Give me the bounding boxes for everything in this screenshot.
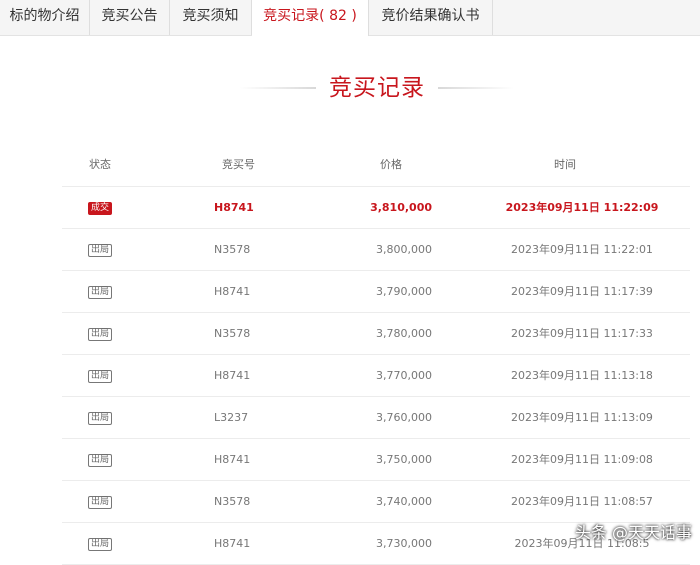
table-row: 成交 H8741 3,810,000 2023年09月11日 11:22:09 — [62, 187, 690, 229]
status-badge: 出局 — [87, 537, 112, 551]
table-row: 出局 N3578 3,780,000 2023年09月11日 11:17:33 — [62, 313, 690, 355]
tab-bid-records-label: 竞买记录 — [263, 8, 320, 24]
status-cell: 出局 — [72, 439, 128, 480]
bid-number-cell: N3578 — [214, 327, 251, 340]
status-cell: 出局 — [72, 271, 128, 312]
tab-auction-notice[interactable]: 竞买公告 — [90, 0, 170, 35]
section-title-text: 竞买记录 — [329, 75, 425, 101]
tab-bar: 标的物介绍 竞买公告 竞买须知 竞买记录( 82 ) 竞价结果确认书 — [0, 0, 700, 36]
bid-number-cell: H8741 — [214, 285, 251, 298]
table-row: 出局 N3578 3,800,000 2023年09月11日 11:22:01 — [62, 229, 690, 271]
time-cell: 2023年09月11日 11:08:57 — [511, 495, 653, 508]
time-cell: 2023年09月11日 11:22:09 — [505, 201, 659, 214]
bid-number-cell: H8741 — [214, 201, 254, 214]
table-row: 出局 H8741 3,790,000 2023年09月11日 11:17:39 — [62, 271, 690, 313]
bid-number-cell: H8741 — [214, 537, 251, 550]
title-divider-left — [240, 87, 316, 89]
header-status: 状态 — [89, 158, 111, 171]
status-cell: 出局 — [72, 481, 128, 522]
bid-number-cell: H8741 — [214, 453, 251, 466]
status-cell: 成交 — [72, 187, 128, 228]
status-badge: 出局 — [87, 327, 112, 341]
tab-result-confirmation[interactable]: 竞价结果确认书 — [369, 0, 493, 35]
section-title: 竞买记录 — [0, 70, 700, 106]
time-cell: 2023年09月11日 11:17:39 — [511, 285, 653, 298]
status-cell: 出局 — [72, 523, 128, 564]
table-row: 出局 H8741 3,750,000 2023年09月11日 11:09:08 — [62, 439, 690, 481]
bid-number-cell: N3578 — [214, 243, 251, 256]
status-cell: 出局 — [72, 229, 128, 270]
header-bid-number: 竞买号 — [222, 158, 255, 171]
bid-number-cell: L3237 — [214, 411, 249, 424]
bid-number-cell: N3578 — [214, 495, 251, 508]
price-cell: 3,810,000 — [370, 201, 432, 214]
price-cell: 3,730,000 — [376, 537, 432, 550]
time-cell: 2023年09月11日 11:09:08 — [511, 453, 653, 466]
status-badge: 出局 — [87, 453, 112, 467]
price-cell: 3,740,000 — [376, 495, 432, 508]
tab-bid-records[interactable]: 竞买记录( 82 ) — [252, 0, 369, 36]
table-row: 出局 N3578 3,740,000 2023年09月11日 11:08:57 — [62, 481, 690, 523]
price-cell: 3,750,000 — [376, 453, 432, 466]
price-cell: 3,780,000 — [376, 327, 432, 340]
table-row: 出局 H8741 3,770,000 2023年09月11日 11:13:18 — [62, 355, 690, 397]
table-header: 状态 竞买号 价格 时间 — [62, 145, 690, 187]
watermark: 头条 @天天话事 — [574, 523, 692, 542]
bid-number-cell: H8741 — [214, 369, 251, 382]
price-cell: 3,770,000 — [376, 369, 432, 382]
status-badge: 成交 — [87, 201, 112, 215]
tab-bid-records-count: ( 82 ) — [319, 8, 357, 24]
time-cell: 2023年09月11日 11:13:18 — [511, 369, 653, 382]
status-badge: 出局 — [87, 369, 112, 383]
status-cell: 出局 — [72, 313, 128, 354]
price-cell: 3,790,000 — [376, 285, 432, 298]
tab-auction-rules[interactable]: 竞买须知 — [170, 0, 252, 35]
tab-item-intro[interactable]: 标的物介绍 — [0, 0, 90, 35]
time-cell: 2023年09月11日 11:17:33 — [511, 327, 653, 340]
status-badge: 出局 — [87, 285, 112, 299]
status-badge: 出局 — [87, 243, 112, 257]
price-cell: 3,800,000 — [376, 243, 432, 256]
table-row: 出局 L3237 3,760,000 2023年09月11日 11:13:09 — [62, 397, 690, 439]
status-cell: 出局 — [72, 397, 128, 438]
header-price: 价格 — [380, 158, 402, 171]
title-divider-right — [438, 87, 514, 89]
status-badge: 出局 — [87, 495, 112, 509]
header-time: 时间 — [554, 158, 576, 171]
price-cell: 3,760,000 — [376, 411, 432, 424]
status-cell: 出局 — [72, 355, 128, 396]
time-cell: 2023年09月11日 11:13:09 — [511, 411, 653, 424]
bid-records-table: 状态 竞买号 价格 时间 成交 H8741 3,810,000 2023年09月… — [62, 145, 690, 565]
time-cell: 2023年09月11日 11:22:01 — [511, 243, 653, 256]
status-badge: 出局 — [87, 411, 112, 425]
